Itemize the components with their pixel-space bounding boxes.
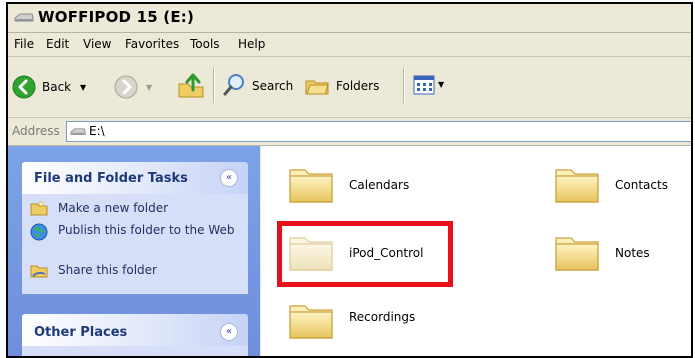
share-folder-icon (30, 265, 48, 278)
forward-button[interactable]: ▼ (114, 74, 166, 100)
views-icon (413, 75, 435, 95)
folders-label: Folders (336, 79, 380, 93)
menu-view[interactable]: View (83, 37, 111, 51)
menu-tools[interactable]: Tools (190, 37, 220, 51)
folder-contacts[interactable]: Contacts (553, 160, 691, 210)
views-dropdown-icon: ▼ (438, 80, 445, 89)
back-dropdown-icon[interactable]: ▼ (80, 83, 86, 92)
back-arrow-icon (12, 75, 36, 99)
toolbar-separator (213, 67, 215, 103)
menu-favorites[interactable]: Favorites (125, 37, 179, 51)
task-label: Make a new folder (58, 201, 169, 215)
file-folder-tasks-header[interactable]: File and Folder Tasks « (22, 162, 248, 194)
menu-edit[interactable]: Edit (46, 37, 69, 51)
back-label: Back (42, 80, 72, 94)
collapse-chevron-icon[interactable]: « (220, 169, 238, 187)
views-button[interactable]: ▼ (413, 75, 449, 99)
panel-title: Other Places (34, 325, 128, 340)
title-bar[interactable]: WOFFIPOD 15 (E:) (8, 4, 691, 33)
file-list: Calendars Contacts iPod_Control Notes Re… (261, 146, 691, 356)
forward-dropdown-icon[interactable]: ▼ (146, 83, 152, 92)
collapse-chevron-icon[interactable]: « (220, 323, 238, 341)
folder-name: Calendars (349, 178, 410, 192)
folder-name: Recordings (349, 310, 416, 324)
toolbar: Back ▼ ▼ Search Folders ▼ (8, 57, 691, 118)
explorer-window: WOFFIPOD 15 (E:) File Edit View Favorite… (6, 2, 693, 358)
globe-icon (30, 223, 48, 241)
new-folder-icon (30, 200, 48, 216)
address-value: E:\ (89, 124, 105, 138)
folder-name: Notes (615, 246, 650, 260)
menu-help[interactable]: Help (238, 37, 265, 51)
address-bar: Address E:\ (8, 118, 691, 146)
folder-calendars[interactable]: Calendars (287, 160, 427, 210)
search-icon (223, 74, 244, 96)
toolbar-separator (403, 67, 405, 103)
folder-recordings[interactable]: Recordings (287, 296, 427, 346)
back-button[interactable]: Back ▼ (12, 74, 116, 100)
folder-notes[interactable]: Notes (553, 228, 691, 278)
file-folder-tasks-body: Make a new folder Publish this folder to… (22, 194, 248, 294)
address-input[interactable]: E:\ (66, 121, 691, 142)
folder-icon (553, 160, 601, 208)
folder-icon (553, 228, 601, 276)
task-label: Publish this folder to the Web (58, 223, 235, 237)
address-label: Address (12, 124, 60, 138)
up-folder-button[interactable] (176, 70, 206, 100)
other-places-header[interactable]: Other Places « (22, 314, 248, 346)
drive-icon (70, 128, 86, 136)
drive-icon (14, 13, 34, 23)
panel-title: File and Folder Tasks (34, 171, 188, 186)
task-label: Share this folder (58, 263, 157, 277)
window-title: WOFFIPOD 15 (E:) (38, 8, 195, 26)
red-highlight-box (277, 221, 453, 287)
search-button[interactable]: Search (222, 73, 306, 99)
folders-icon (305, 80, 329, 95)
folders-button[interactable]: Folders (304, 73, 398, 99)
folder-icon (287, 160, 335, 208)
other-places-body (22, 346, 248, 356)
folder-icon (287, 296, 335, 344)
search-label: Search (252, 79, 294, 93)
menu-file[interactable]: File (14, 37, 34, 51)
forward-arrow-icon (114, 75, 138, 99)
folder-name: Contacts (615, 178, 668, 192)
menu-bar: File Edit View Favorites Tools Help (8, 33, 691, 57)
task-pane: File and Folder Tasks « Make a new folde… (8, 146, 260, 356)
up-folder-icon (178, 73, 204, 98)
